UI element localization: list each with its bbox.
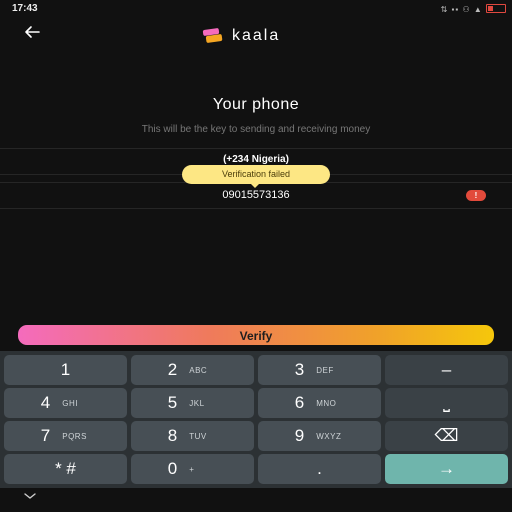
key-label: 9	[294, 426, 305, 445]
key-label: 0	[167, 459, 178, 478]
key-letters: WXYZ	[316, 431, 342, 441]
key-2[interactable]: 2 ABC	[131, 355, 254, 385]
key-0[interactable]: 0 +	[131, 454, 254, 484]
key-label: ⎵	[443, 393, 450, 412]
key-letters: MNO	[316, 398, 337, 408]
key-minus[interactable]: –	[385, 355, 508, 385]
arrow-left-icon	[25, 26, 40, 38]
status-icons-text: ⇅ ▪▪ ⚇ ▲	[440, 5, 483, 14]
status-bar: 17:43 ⇅ ▪▪ ⚇ ▲	[0, 0, 512, 18]
status-time: 17:43	[12, 3, 38, 14]
divider	[0, 208, 512, 209]
key-label: .	[317, 459, 322, 478]
brand-logo: kaala	[202, 26, 312, 46]
error-icon: !	[466, 190, 486, 201]
key-label: 3	[294, 360, 305, 379]
key-4[interactable]: 4 GHI	[4, 388, 127, 418]
verify-button[interactable]: Verify	[18, 325, 494, 345]
key-3[interactable]: 3 DEF	[258, 355, 381, 385]
battery-icon	[486, 4, 506, 13]
back-button[interactable]	[22, 22, 42, 42]
key-letters: TUV	[189, 431, 207, 441]
key-7[interactable]: 7 PQRS	[4, 421, 127, 451]
key-backspace[interactable]: ⌫	[385, 421, 508, 451]
chevron-down-icon[interactable]	[22, 490, 38, 502]
key-letters: ABC	[189, 365, 208, 375]
key-letters: GHI	[62, 398, 78, 408]
key-label: * #	[55, 459, 76, 478]
key-enter[interactable]: →	[385, 454, 508, 484]
country-selector[interactable]: (+234 Nigeria)	[0, 154, 512, 165]
page-title: Your phone	[212, 96, 300, 113]
key-label: ⌫	[434, 426, 459, 445]
key-6[interactable]: 6 MNO	[258, 388, 381, 418]
status-icons: ⇅ ▪▪ ⚇ ▲	[441, 3, 506, 14]
key-label: 7	[40, 426, 51, 445]
brand-name: kaala	[232, 27, 281, 44]
key-label: 2	[167, 360, 178, 379]
key-letters: DEF	[316, 365, 334, 375]
key-dot[interactable]: .	[258, 454, 381, 484]
key-label: 5	[167, 393, 178, 412]
key-label: –	[441, 360, 452, 379]
key-label: 1	[60, 360, 71, 379]
phone-number-input[interactable]: 09015573136	[0, 189, 512, 201]
numeric-keyboard: 1 2 ABC 3 DEF – 4 GHI 5 JKL 6 MNO ⎵ 7 PQRS 8 TUV 9 WXYZ ⌫ * …	[0, 351, 512, 488]
key-letters: +	[189, 464, 195, 474]
key-label: →	[438, 459, 455, 478]
key-8[interactable]: 8 TUV	[131, 421, 254, 451]
key-letters: JKL	[189, 398, 205, 408]
key-label: 6	[294, 393, 305, 412]
key-label: 4	[40, 393, 51, 412]
key-5[interactable]: 5 JKL	[131, 388, 254, 418]
page-subtitle: This will be the key to sending and rece…	[141, 124, 371, 135]
key-1[interactable]: 1	[4, 355, 127, 385]
key-space[interactable]: ⎵	[385, 388, 508, 418]
key-label: 8	[167, 426, 178, 445]
kaala-logo-icon	[202, 28, 223, 43]
key-letters: PQRS	[62, 431, 87, 441]
divider	[0, 148, 512, 149]
navigation-bar	[0, 488, 512, 512]
key-9[interactable]: 9 WXYZ	[258, 421, 381, 451]
verification-failed-tooltip: Verification failed	[182, 165, 330, 188]
key-symbols[interactable]: * #	[4, 454, 127, 484]
